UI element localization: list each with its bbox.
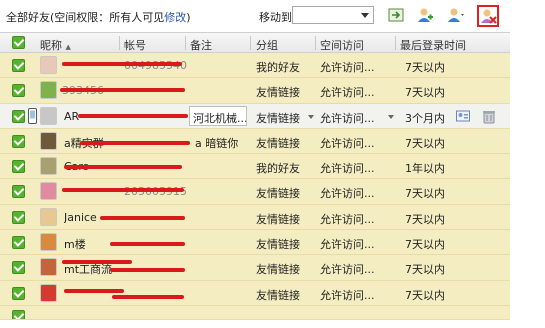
table-row[interactable]: 友情链接 允许访问... 7天以内 [0,280,510,306]
space-access: 允许访问... [320,136,375,150]
group: 友情链接 [256,86,300,100]
nickname: AR [64,109,80,123]
row-checkbox[interactable] [12,309,25,319]
avatar [40,258,57,277]
col-group[interactable]: 分组 [256,37,278,53]
avatar [40,81,57,100]
row-checkbox[interactable] [12,160,25,174]
nickname: Janice [64,210,97,224]
row-checkbox[interactable] [12,286,25,300]
select-all-checkbox[interactable] [12,36,25,49]
last-login: 7天以内 [405,288,445,302]
move-to-select[interactable] [292,6,374,24]
group: 我的好友 [256,162,300,176]
space-access: 允许访问... [320,212,375,226]
avatar [40,182,57,201]
avatar [40,157,57,176]
last-login: 7天以内 [405,187,445,201]
row-checkbox[interactable] [12,134,25,148]
group: 我的好友 [256,61,300,74]
row-checkbox[interactable] [12,210,25,224]
group-select[interactable]: 友情链接 [256,110,300,126]
row-checkbox[interactable] [12,59,25,72]
col-account[interactable]: 帐号 [124,37,146,53]
group: 友情链接 [256,288,300,302]
manage-friend-icon[interactable] [447,6,465,24]
row-checkbox[interactable] [12,261,25,275]
remark-input[interactable]: 河北机械... [189,105,247,126]
last-login: 7天以内 [405,86,445,100]
space-access: 允许访问... [320,187,375,201]
row-checkbox[interactable] [12,236,25,250]
col-last-login[interactable]: 最后登录时间 [400,37,466,53]
space-access: 允许访问... [320,263,375,277]
group: 友情链接 [256,212,300,226]
row-checkbox[interactable] [12,185,25,199]
friends-table: 昵称 ▲ 帐号 备注 分组 空间访问 最后登录时间 004985540 我的好友… [0,32,510,320]
modify-permission-link[interactable]: 修改 [164,11,186,24]
move-to-label: 移动到 [259,11,292,24]
last-login: 1年以内 [405,162,445,176]
space-access: 允许访问... [320,86,375,100]
group: 友情链接 [256,238,300,252]
row-checkbox[interactable] [12,109,25,123]
remark: a 暗链你 [195,136,239,150]
table-row[interactable]: 004985540 我的好友 允许访问... 7天以内 [0,53,510,79]
avatar [40,283,57,302]
col-nickname[interactable]: 昵称 ▲ [40,37,71,53]
toolbar: 全部好友(空间权限：所有人可见修改) 移动到 [0,0,545,32]
nickname: m楼 [64,238,86,252]
avatar [40,131,57,150]
last-login: 7天以内 [405,238,445,252]
table-header: 昵称 ▲ 帐号 备注 分组 空间访问 最后登录时间 [0,32,510,53]
col-remark[interactable]: 备注 [190,37,212,53]
sort-asc-icon: ▲ [65,43,71,51]
last-login: 7天以内 [405,61,445,74]
delete-friend-button[interactable] [477,5,499,27]
last-login: 7天以内 [405,136,445,150]
chevron-down-icon[interactable] [388,114,394,119]
avatar [40,233,57,252]
space-access: 允许访问... [320,162,375,176]
space-access: 允许访问... [320,288,375,302]
page-title: 全部好友(空间权限：所有人可见修改) [6,9,191,25]
table-row[interactable]: mt工商流 友情链接 允许访问... 7天以内 [0,255,510,281]
last-login: 3个月内 [405,111,445,125]
delete-friend-icon [481,9,497,24]
chevron-down-icon[interactable] [308,114,314,119]
table-row[interactable]: 393456 友情链接 允许访问... 7天以内 [0,78,510,104]
mobile-icon [28,107,37,124]
move-to-icon[interactable] [387,6,405,24]
trash-icon[interactable] [482,109,496,124]
table-row[interactable]: Cars 我的好友 允许访问... 1年以内 [0,154,510,180]
table-row[interactable]: a精实群 a 暗链你 友情链接 允许访问... 7天以内 [0,128,510,155]
title-text: 全部好友(空间权限：所有人可见 [6,11,165,24]
avatar [40,207,57,226]
space-access-select[interactable]: 允许访问... [320,110,375,126]
title-suffix: ) [186,11,191,24]
table-row-selected[interactable]: AR 河北机械... 友情链接 允许访问... 3个月内 [0,103,510,129]
table-row[interactable]: 205005915 友情链接 允许访问... 7天以内 [0,179,510,205]
chevron-down-icon[interactable] [361,13,369,18]
row-checkbox[interactable] [12,84,25,98]
group: 友情链接 [256,187,300,201]
group: 友情链接 [256,263,300,277]
group: 友情链接 [256,136,300,150]
avatar [40,106,57,125]
edit-card-icon[interactable] [456,109,470,124]
table-row[interactable]: m楼 友情链接 允许访问... 7天以内 [0,230,510,256]
space-access: 允许访问... [320,238,375,252]
last-login: 7天以内 [405,212,445,226]
table-row[interactable]: Janice 友情链接 允许访问... 7天以内 [0,204,510,231]
avatar [40,56,57,74]
add-friend-icon[interactable] [416,6,434,24]
col-space-access[interactable]: 空间访问 [320,37,364,53]
space-access: 允许访问... [320,61,375,74]
table-row-partial[interactable] [0,305,510,320]
last-login: 7天以内 [405,263,445,277]
